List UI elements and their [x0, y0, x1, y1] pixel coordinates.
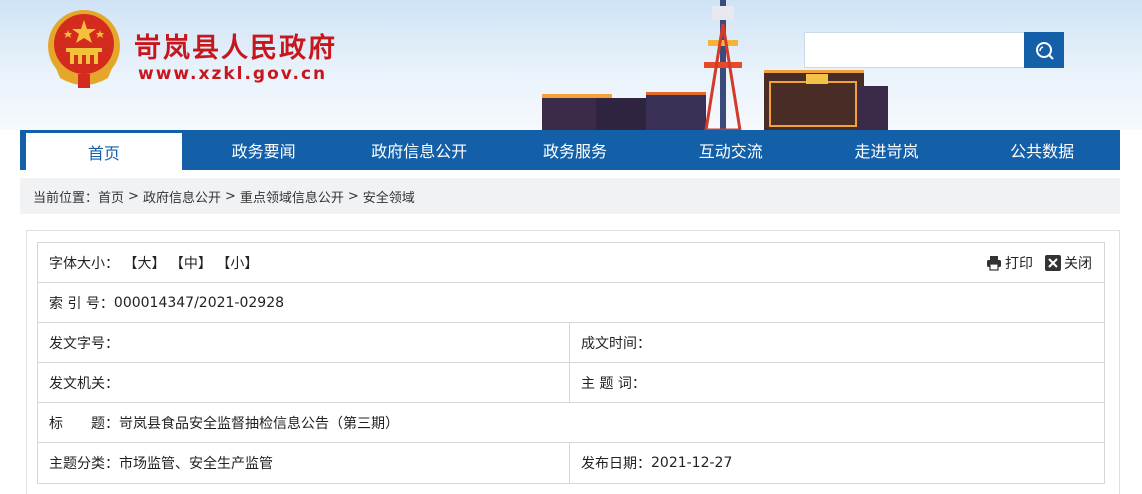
font-size-medium-link[interactable]: 【中】 [170, 256, 212, 272]
nav-item-interaction[interactable]: 互动交流 [653, 130, 809, 170]
issuer-row: 发文机关： 主 题 词： [38, 363, 1104, 403]
doc-number-label: 发文字号： [49, 335, 119, 352]
nav-item-info-disclosure[interactable]: 政府信息公开 [341, 130, 497, 170]
breadcrumb-key-areas[interactable]: 重点领域信息公开 [240, 187, 344, 206]
site-header: 岢岚县人民政府 www.xzkl.gov.cn [0, 0, 1142, 130]
breadcrumb-home[interactable]: 首页 [98, 187, 124, 206]
title-row: 标 题： 岢岚县食品安全监督抽检信息公告（第三期） [38, 403, 1104, 443]
search-input[interactable] [804, 32, 1024, 68]
close-button[interactable]: 关闭 [1045, 253, 1092, 273]
font-size-label: 字体大小： [49, 255, 119, 272]
category-label: 主题分类： [49, 456, 119, 472]
breadcrumb-separator: > [128, 188, 139, 204]
created-date-label: 成文时间： [581, 335, 651, 352]
publish-date-value: 2021-12-27 [651, 455, 733, 471]
breadcrumb: 当前位置： 首页 > 政府信息公开 > 重点领域信息公开 > 安全领域 [20, 178, 1120, 214]
site-title: 岢岚县人民政府 [134, 33, 337, 64]
index-value: 000014347/2021-02928 [113, 294, 285, 311]
nav-item-home[interactable]: 首页 [26, 130, 182, 170]
breadcrumb-safety[interactable]: 安全领域 [363, 187, 415, 206]
close-label: 关闭 [1064, 255, 1092, 272]
national-emblem-icon [48, 10, 120, 88]
breadcrumb-info-disclosure[interactable]: 政府信息公开 [143, 187, 221, 206]
print-label: 打印 [1005, 255, 1033, 272]
font-size-small-link[interactable]: 【小】 [216, 256, 258, 272]
font-size-large-link[interactable]: 【大】 [123, 256, 165, 272]
publish-date-label: 发布日期： [581, 456, 651, 472]
subject-label: 主 题 词： [581, 375, 646, 392]
close-icon [1045, 254, 1061, 271]
search-icon [1036, 42, 1054, 60]
search-button[interactable] [1024, 32, 1064, 68]
doc-number-row: 发文字号： 成文时间： [38, 323, 1104, 363]
breadcrumb-separator: > [224, 188, 236, 204]
toolbar-row: 字体大小： 【大】 【中】 【小】 打印 关闭 [38, 243, 1104, 283]
nav-item-news[interactable]: 政务要闻 [186, 130, 342, 170]
issuer-label: 发文机关： [49, 375, 119, 392]
document-info-table: 字体大小： 【大】 【中】 【小】 打印 关闭 索 引 号： 000014347… [37, 242, 1105, 484]
print-button[interactable]: 打印 [986, 253, 1033, 273]
breadcrumb-prefix: 当前位置： [33, 190, 99, 206]
nav-item-public-data[interactable]: 公共数据 [964, 130, 1120, 170]
category-row: 主题分类： 市场监管、安全生产监管 发布日期： 2021-12-27 [38, 443, 1104, 483]
doc-title-value: 岢岚县食品安全监督抽检信息公告（第三期） [119, 415, 399, 432]
main-nav: 首页 政务要闻 政府信息公开 政务服务 互动交流 走进岢岚 公共数据 [20, 130, 1120, 170]
printer-icon [987, 255, 1001, 271]
index-label: 索 引 号： [49, 295, 114, 312]
category-value: 市场监管、安全生产监管 [119, 456, 273, 472]
site-url: www.xzkl.gov.cn [138, 64, 328, 84]
nav-item-about[interactable]: 走进岢岚 [809, 130, 965, 170]
nav-item-services[interactable]: 政务服务 [497, 130, 653, 170]
index-row: 索 引 号： 000014347/2021-02928 [38, 283, 1104, 323]
font-size-controls: 字体大小： 【大】 【中】 【小】 [49, 253, 258, 273]
breadcrumb-separator: > [347, 188, 359, 204]
doc-title-label: 标 题： [49, 415, 119, 432]
